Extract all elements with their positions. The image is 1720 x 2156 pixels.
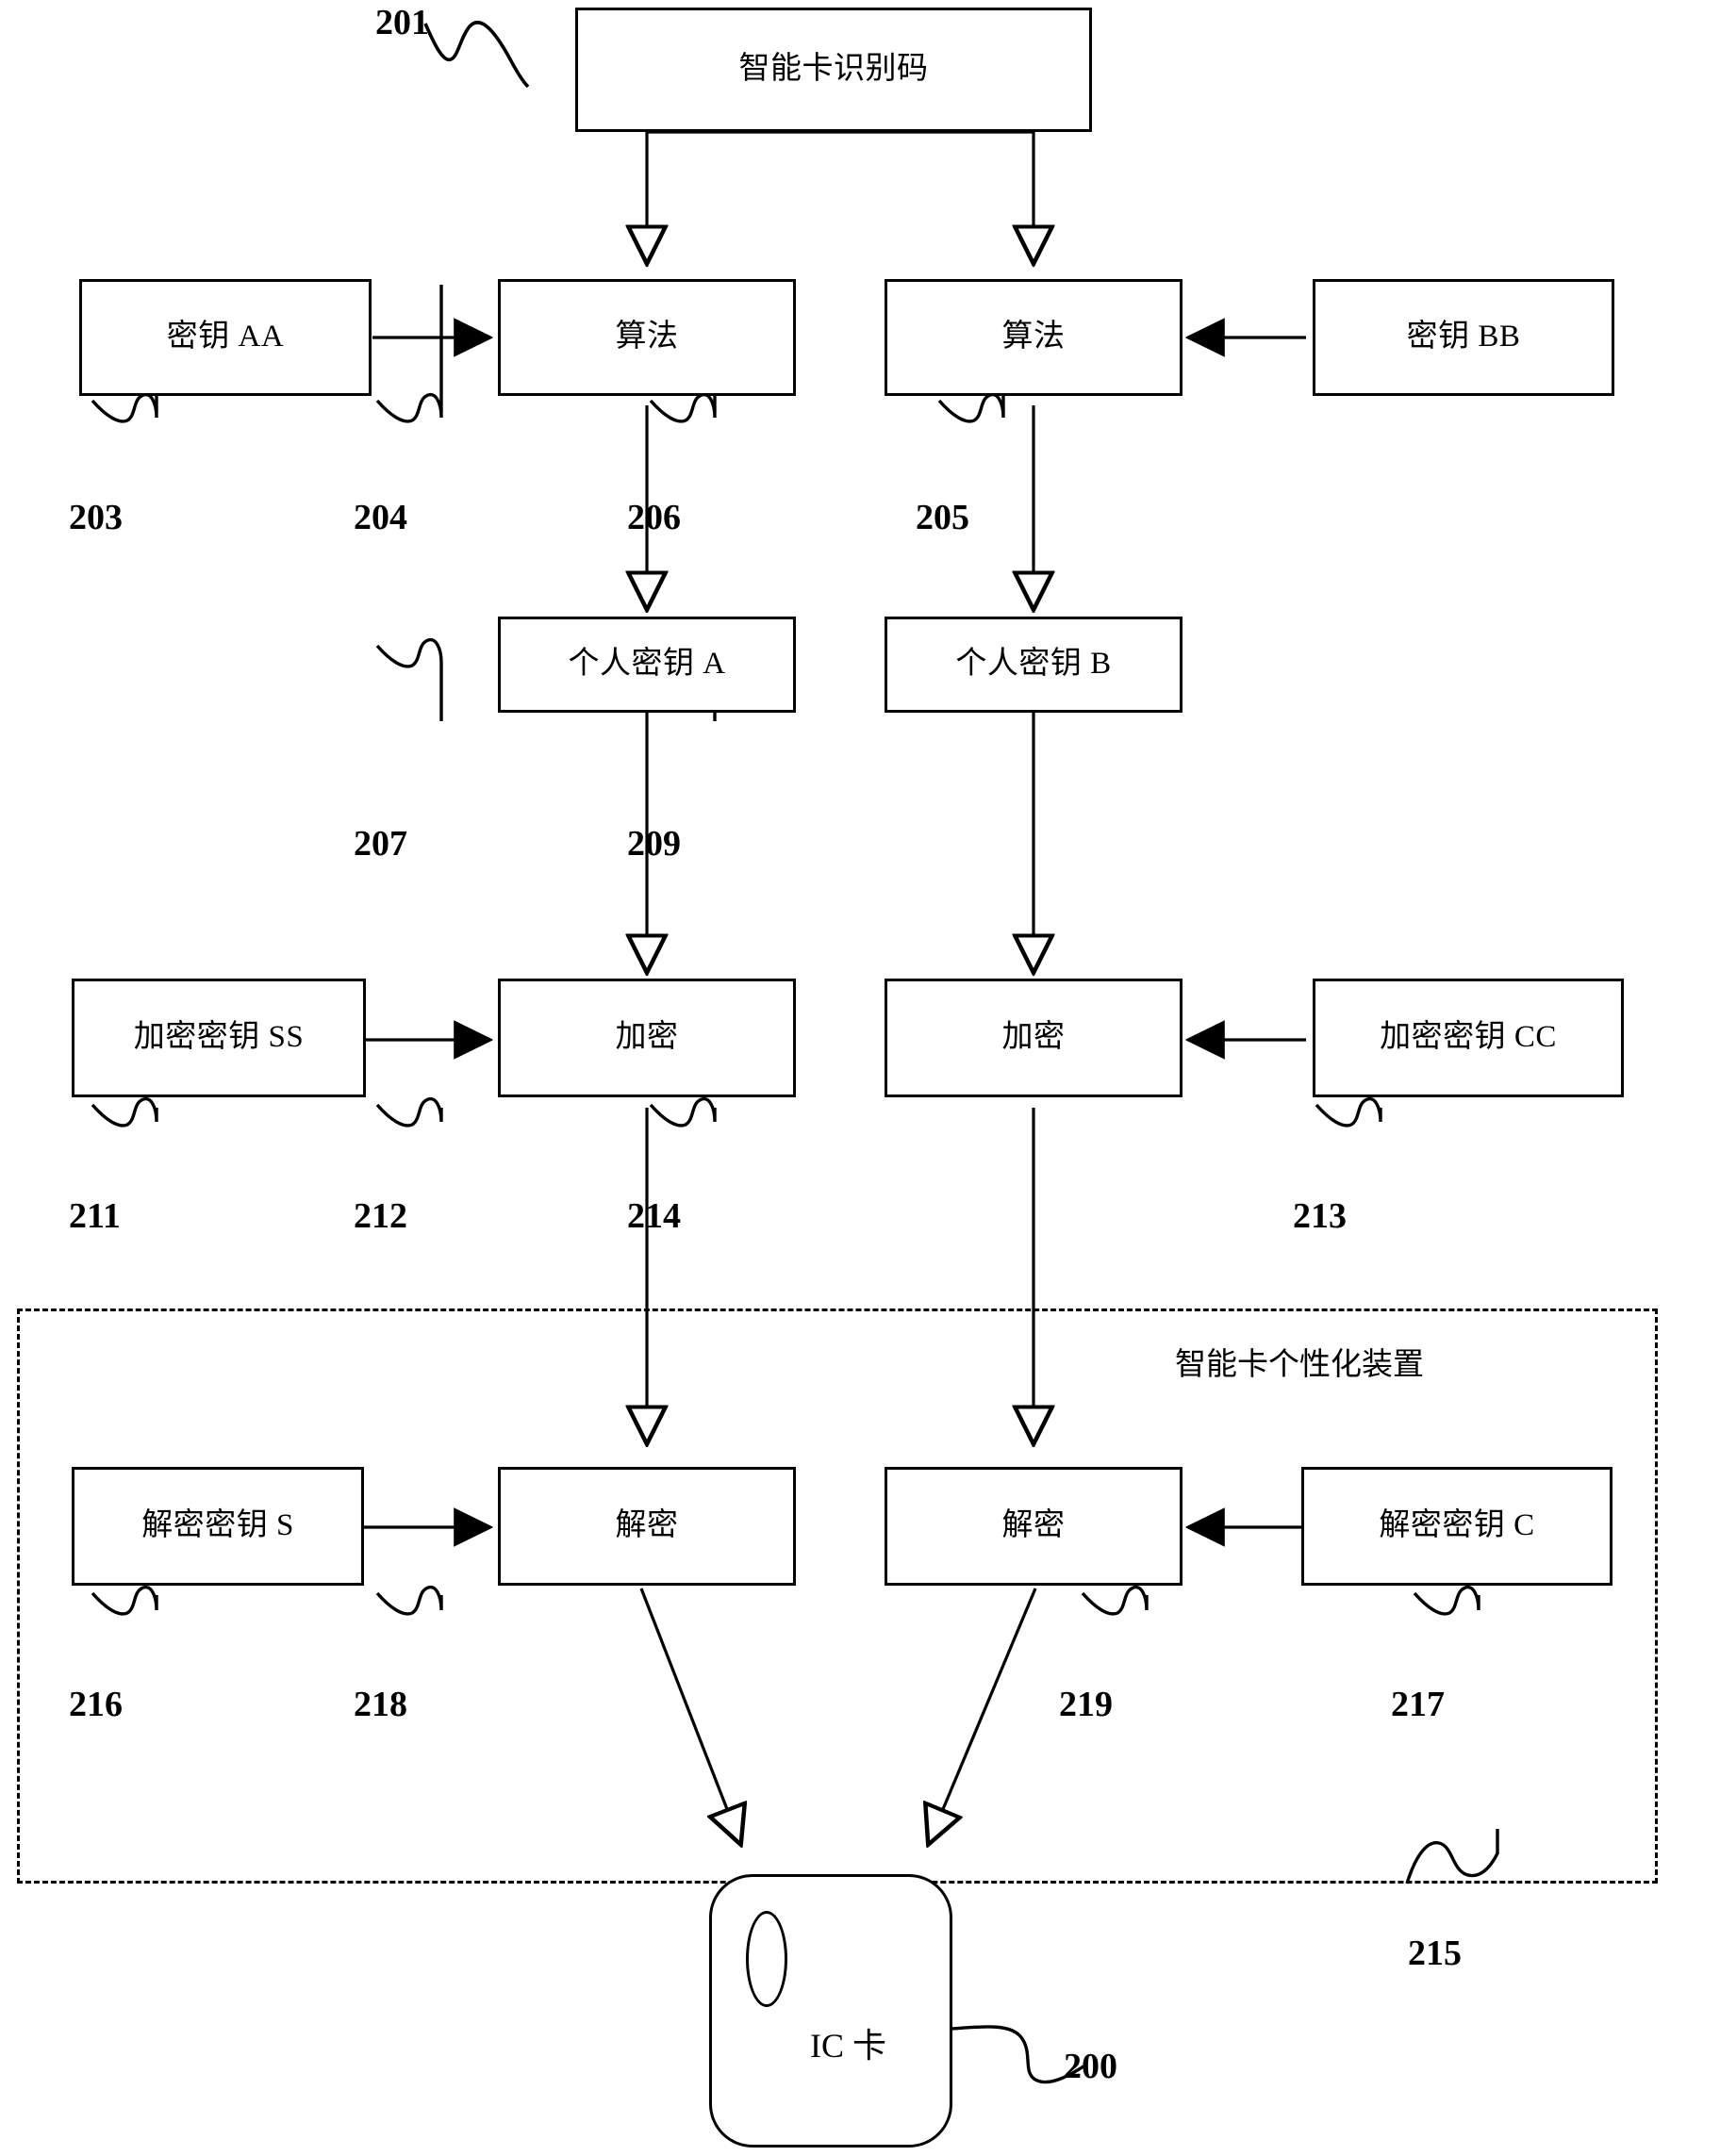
personalization-device-region bbox=[17, 1308, 1658, 1884]
ref-206: 206 bbox=[627, 497, 681, 538]
ic-card-chip-contact bbox=[746, 1911, 787, 2007]
ref-211: 211 bbox=[69, 1195, 121, 1237]
node-personal-key-a: 个人密钥 A bbox=[498, 617, 796, 713]
ref-205: 205 bbox=[916, 497, 969, 538]
figure-canvas: 智能卡识别码 密钥 AA 算法 算法 密钥 BB 个人密钥 A 个人密钥 B 加… bbox=[0, 0, 1720, 2156]
ref-212: 212 bbox=[354, 1195, 407, 1237]
ref-209: 209 bbox=[627, 823, 681, 864]
ref-211-text: 211 bbox=[69, 1196, 121, 1236]
node-decryption-key-c-label: 解密密钥 C bbox=[1379, 1508, 1535, 1543]
node-encryption-key-cc-label: 加密密钥 CC bbox=[1380, 1020, 1557, 1055]
node-algorithm-left-label: 算法 bbox=[615, 320, 679, 354]
node-decrypt-left: 解密 bbox=[498, 1467, 796, 1586]
node-decrypt-right-label: 解密 bbox=[1001, 1508, 1066, 1543]
node-encryption-key-cc: 加密密钥 CC bbox=[1313, 979, 1624, 1097]
node-decryption-key-s-label: 解密密钥 S bbox=[141, 1508, 294, 1543]
ref-215: 215 bbox=[1408, 1933, 1462, 1974]
node-personal-key-b: 个人密钥 B bbox=[885, 617, 1182, 713]
personalization-device-title-text: 智能卡个性化装置 bbox=[1175, 1348, 1424, 1382]
ref-206-text: 206 bbox=[627, 498, 681, 537]
node-personal-key-a-label: 个人密钥 A bbox=[568, 647, 726, 682]
ref-203: 203 bbox=[69, 497, 123, 538]
ref-217: 217 bbox=[1391, 1684, 1445, 1725]
node-decryption-key-c: 解密密钥 C bbox=[1301, 1467, 1612, 1586]
ref-212-text: 212 bbox=[354, 1196, 407, 1236]
ref-219-text: 219 bbox=[1059, 1685, 1113, 1724]
node-decrypt-left-label: 解密 bbox=[615, 1508, 679, 1543]
ref-213-text: 213 bbox=[1293, 1196, 1347, 1236]
node-encrypt-left: 加密 bbox=[498, 979, 796, 1097]
node-algorithm-right: 算法 bbox=[885, 279, 1182, 396]
ref-203-text: 203 bbox=[69, 498, 123, 537]
ref-204: 204 bbox=[354, 497, 407, 538]
ref-218-text: 218 bbox=[354, 1685, 407, 1724]
node-encryption-key-ss: 加密密钥 SS bbox=[72, 979, 366, 1097]
ref-216-text: 216 bbox=[69, 1685, 123, 1724]
ref-214: 214 bbox=[627, 1195, 681, 1237]
node-key-aa-label: 密钥 AA bbox=[166, 320, 285, 354]
ref-201: 201 bbox=[375, 2, 429, 43]
ref-218: 218 bbox=[354, 1684, 407, 1725]
node-smartcard-id: 智能卡识别码 bbox=[575, 8, 1092, 132]
node-encrypt-right-label: 加密 bbox=[1001, 1020, 1066, 1055]
ref-205-text: 205 bbox=[916, 498, 969, 537]
ref-209-text: 209 bbox=[627, 824, 681, 864]
node-algorithm-left: 算法 bbox=[498, 279, 796, 396]
ref-207-text: 207 bbox=[354, 824, 407, 864]
ref-214-text: 214 bbox=[627, 1196, 681, 1236]
ref-216: 216 bbox=[69, 1684, 123, 1725]
node-decryption-key-s: 解密密钥 S bbox=[72, 1467, 364, 1586]
node-key-bb: 密钥 BB bbox=[1313, 279, 1614, 396]
node-encryption-key-ss-label: 加密密钥 SS bbox=[133, 1020, 305, 1055]
ref-215-text: 215 bbox=[1408, 1934, 1462, 1973]
node-key-aa: 密钥 AA bbox=[79, 279, 372, 396]
node-algorithm-right-label: 算法 bbox=[1001, 320, 1066, 354]
node-encrypt-left-label: 加密 bbox=[615, 1020, 679, 1055]
ref-200-text: 200 bbox=[1064, 2047, 1117, 2086]
ic-card-label-text: IC 卡 bbox=[810, 2027, 887, 2065]
node-encrypt-right: 加密 bbox=[885, 979, 1182, 1097]
node-smartcard-id-label: 智能卡识别码 bbox=[738, 52, 929, 87]
node-decrypt-right: 解密 bbox=[885, 1467, 1182, 1586]
ref-207: 207 bbox=[354, 823, 407, 864]
personalization-device-title: 智能卡个性化装置 bbox=[1175, 1339, 1424, 1384]
node-key-bb-label: 密钥 BB bbox=[1406, 320, 1521, 354]
ref-204-text: 204 bbox=[354, 498, 407, 537]
node-personal-key-b-label: 个人密钥 B bbox=[955, 647, 1112, 682]
ref-213: 213 bbox=[1293, 1195, 1347, 1237]
ref-219: 219 bbox=[1059, 1684, 1113, 1725]
ref-217-text: 217 bbox=[1391, 1685, 1445, 1724]
ref-200: 200 bbox=[1064, 2046, 1117, 2087]
ic-card: IC 卡 bbox=[709, 1874, 952, 2148]
ref-201-text: 201 bbox=[375, 3, 429, 42]
ic-card-label: IC 卡 bbox=[810, 2018, 886, 2067]
